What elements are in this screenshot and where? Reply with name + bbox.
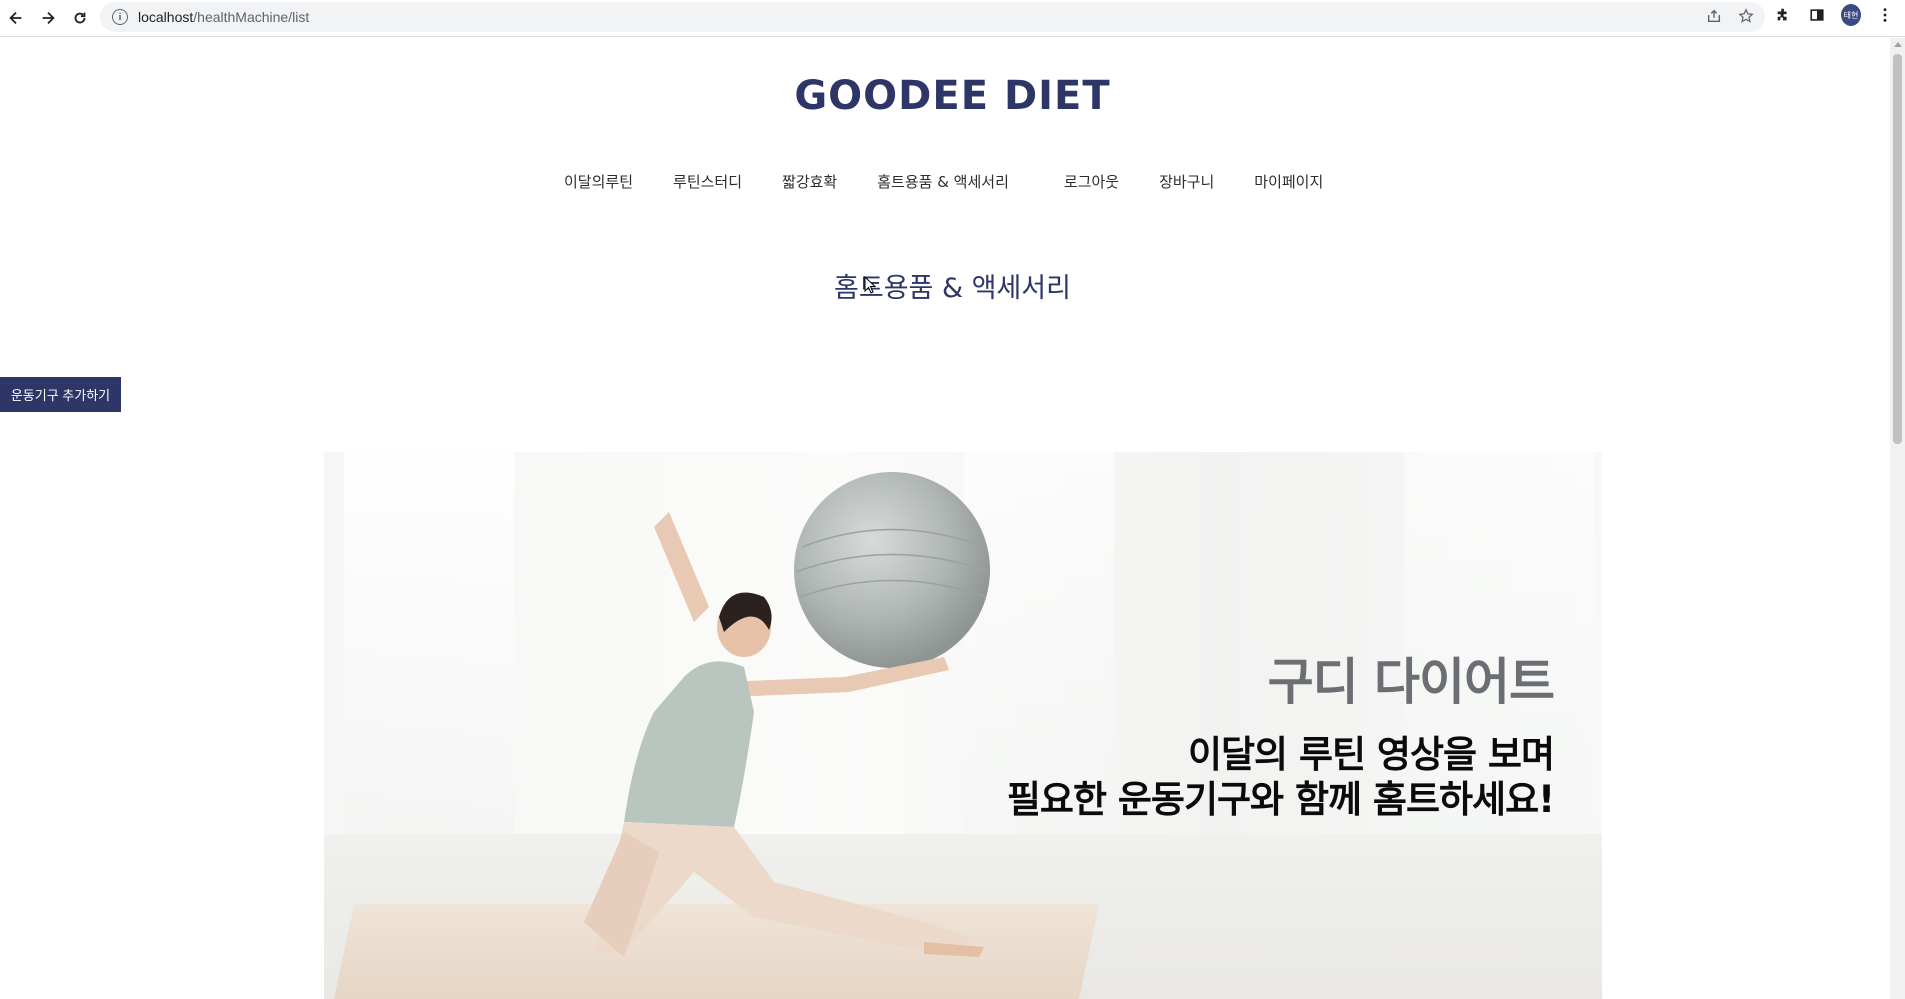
extensions-icon[interactable] [1773,4,1793,26]
reload-icon[interactable] [64,2,96,34]
url-text: localhost/healthMachine/list [138,9,309,25]
mouse-cursor-icon [864,276,876,294]
page-title: 홈트용품 & 액세서리 [834,273,1071,304]
add-equipment-button[interactable]: 운동기구 추가하기 [0,377,121,412]
hero-heading: 구디 다이어트 [1267,653,1555,711]
share-icon[interactable] [1705,7,1723,25]
nav-item-routine-study[interactable]: 루틴스터디 [673,171,742,192]
menu-kebab-icon[interactable] [1875,4,1895,26]
url-path: /healthMachine/list [193,9,310,25]
back-icon[interactable] [0,2,32,34]
browser-toolbar: i localhost/healthMachine/list 태현 [0,0,1905,37]
page-scrollbar[interactable] [1890,38,1905,999]
nav-item-monthly-routine[interactable]: 이달의루틴 [564,171,633,192]
side-panel-icon[interactable] [1807,4,1827,26]
hero-banner: 구디 다이어트 이달의 루틴 영상을 보며 필요한 운동기구와 함께 홈트하세요… [324,452,1602,999]
scrollbar-thumb[interactable] [1893,54,1902,444]
page-content: GOODEE DIET 이달의루틴 루틴스터디 짧강효확 홈트용품 & 액세서리… [0,38,1890,999]
avatar: 태현 [1841,4,1861,26]
nav-item-home-equipment[interactable]: 홈트용품 & 액세서리 [877,171,1009,192]
url-host: localhost [138,9,194,25]
site-title[interactable]: GOODEE DIET [0,73,1890,119]
nav-item-mypage[interactable]: 마이페이지 [1254,171,1323,192]
info-icon[interactable]: i [112,9,128,25]
nav-item-short-intense[interactable]: 짧강효확 [782,171,837,192]
nav-item-logout[interactable]: 로그아웃 [1064,171,1119,192]
hero-text-line-2: 필요한 운동기구와 함께 홈트하세요! [1006,778,1555,821]
address-bar[interactable]: i localhost/healthMachine/list [100,2,1765,32]
nav-item-cart[interactable]: 장바구니 [1159,171,1214,192]
bookmark-star-icon[interactable] [1737,7,1755,25]
scroll-up-arrow-icon[interactable] [1894,42,1902,47]
main-nav: 이달의루틴 루틴스터디 짧강효확 홈트용품 & 액세서리 로그아웃 장바구니 마… [564,171,1363,192]
forward-icon[interactable] [32,2,64,34]
profile-avatar[interactable]: 태현 [1841,4,1861,26]
